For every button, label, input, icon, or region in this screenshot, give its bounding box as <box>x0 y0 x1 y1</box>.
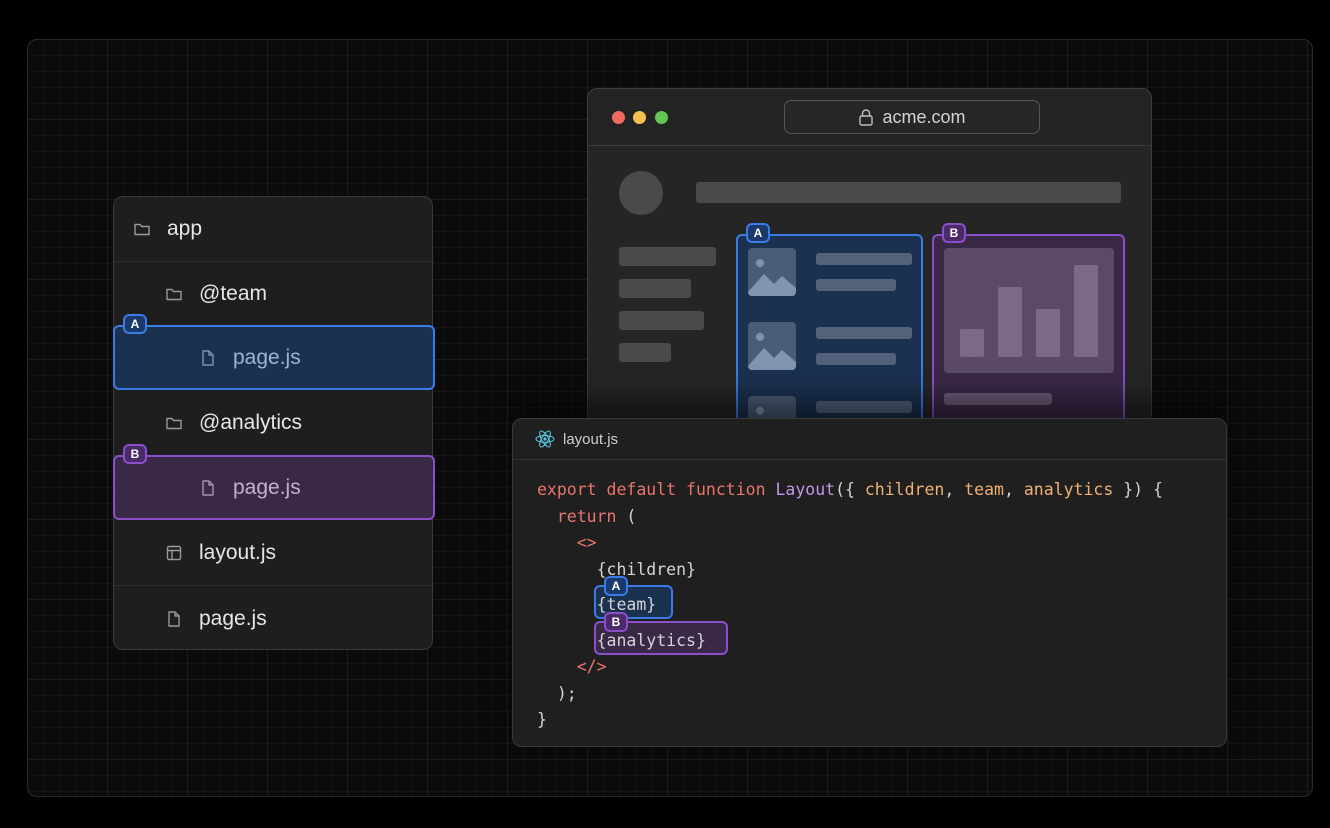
code-token: ); <box>556 683 577 703</box>
react-icon <box>535 430 555 448</box>
lock-icon <box>858 108 874 126</box>
close-window-button[interactable] <box>612 111 625 124</box>
text-placeholder <box>816 353 896 365</box>
file-icon <box>199 479 217 497</box>
address-bar[interactable]: acme.com <box>784 100 1040 134</box>
code-token: analytics <box>1023 480 1114 499</box>
avatar-placeholder <box>619 171 663 215</box>
tree-item-label: page.js <box>199 606 267 630</box>
slot-badge-b: B <box>604 612 628 632</box>
address-bar-url: acme.com <box>882 106 966 127</box>
chart-placeholder <box>944 248 1114 373</box>
code-token: team <box>964 480 1004 499</box>
tree-item-team[interactable]: @team <box>114 262 434 327</box>
tree-item-label: @analytics <box>199 411 303 434</box>
tree-item-root-page[interactable]: page.js <box>114 586 434 651</box>
file-icon <box>165 610 183 628</box>
folder-icon <box>133 220 151 238</box>
nav-placeholder <box>619 343 671 362</box>
nav-placeholder <box>619 311 704 330</box>
nav-placeholder <box>619 247 716 266</box>
analytics-slot-preview <box>932 234 1125 432</box>
tree-item-label: page.js <box>233 345 301 369</box>
text-placeholder <box>816 253 912 265</box>
code-token: <> <box>576 533 597 552</box>
browser-window: acme.com <box>587 88 1152 433</box>
tree-item-label: app <box>167 217 203 240</box>
chart-bar <box>1036 309 1060 357</box>
tree-item-app[interactable]: app <box>114 197 434 262</box>
tree-item-label: layout.js <box>199 541 277 564</box>
editor-tab[interactable]: layout.js <box>513 419 1226 460</box>
nav-placeholder <box>619 279 691 298</box>
code-token: {team} <box>596 595 657 614</box>
code-token: }) { <box>1113 480 1163 499</box>
header-placeholder <box>696 182 1121 203</box>
slot-badge-a: A <box>123 314 147 334</box>
tree-item-analytics[interactable]: @analytics <box>114 391 434 456</box>
code-token: children <box>864 480 945 499</box>
text-placeholder <box>816 401 912 413</box>
text-placeholder <box>816 279 896 291</box>
minimize-window-button[interactable] <box>633 111 646 124</box>
code-token: } <box>537 710 547 729</box>
code-token: ( <box>616 506 637 526</box>
tree-item-analytics-page[interactable]: page.js <box>113 455 435 520</box>
browser-toolbar: acme.com <box>588 89 1151 146</box>
chart-bar <box>960 329 984 357</box>
code-block: export default function Layout({ childre… <box>537 480 1163 729</box>
slot-badge-a: A <box>746 223 770 243</box>
text-placeholder <box>816 327 912 339</box>
layout-icon <box>165 544 183 562</box>
maximize-window-button[interactable] <box>655 111 668 124</box>
tree-item-layout[interactable]: layout.js <box>114 521 434 586</box>
team-slot-preview <box>736 234 923 432</box>
image-icon <box>748 322 796 370</box>
folder-icon <box>165 414 183 432</box>
code-token: ({ <box>835 480 865 499</box>
editor-filename: layout.js <box>563 430 619 448</box>
chart-bar <box>1074 265 1098 357</box>
code-token: Layout <box>775 480 836 499</box>
tree-item-label: page.js <box>233 475 301 499</box>
folder-icon <box>165 285 183 303</box>
tree-item-team-page[interactable]: page.js <box>113 325 435 390</box>
slot-badge-b: B <box>942 223 966 243</box>
file-tree: app @team page.js @analytics page.js lay… <box>113 196 435 651</box>
code-token: export <box>537 480 597 499</box>
slot-badge-a: A <box>604 576 628 596</box>
file-icon <box>199 349 217 367</box>
code-token: default <box>606 480 677 499</box>
image-icon <box>748 248 796 296</box>
code-token: </> <box>576 657 607 676</box>
code-token: function <box>686 480 766 499</box>
tree-item-label: @team <box>199 282 268 305</box>
slot-badge-b: B <box>123 444 147 464</box>
text-placeholder <box>944 393 1052 405</box>
chart-bar <box>998 287 1022 357</box>
code-token: return <box>556 506 617 526</box>
code-token: {analytics} <box>596 630 706 650</box>
